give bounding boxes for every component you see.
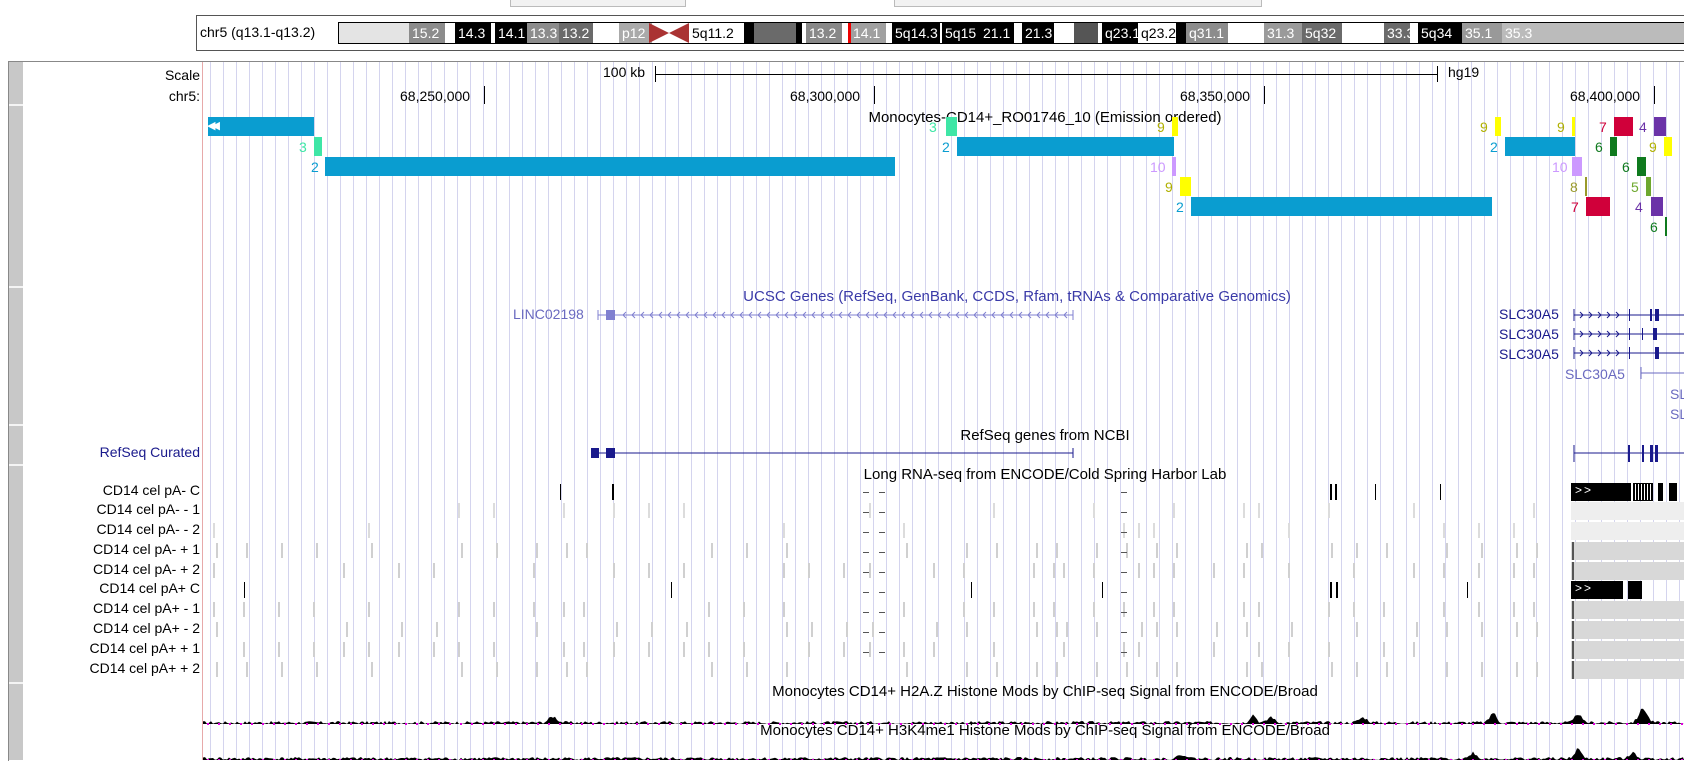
h3k4me1-signal[interactable] bbox=[203, 736, 1684, 760]
track-drag-bar[interactable] bbox=[9, 62, 23, 760]
ideogram-band: 5q11.2 bbox=[689, 23, 747, 43]
ideogram-band: 14.3 bbox=[455, 23, 494, 43]
track-separator bbox=[9, 104, 23, 106]
rnaseq-subtrack-label[interactable]: CD14 cel pA- - 1 bbox=[97, 501, 200, 517]
ideogram-band: 13.2 bbox=[806, 23, 845, 43]
track-separator bbox=[9, 286, 23, 288]
current-position-marker bbox=[848, 23, 851, 43]
track-separator bbox=[9, 464, 23, 466]
ideogram-band bbox=[445, 23, 455, 43]
ideogram-band bbox=[754, 23, 796, 43]
ideogram-band: 21.1 bbox=[980, 23, 1017, 43]
ideogram-band: 13.2 bbox=[559, 23, 596, 43]
rnaseq-subtrack-label[interactable]: CD14 cel pA+ - 2 bbox=[93, 620, 200, 636]
ideogram-position-label: chr5 (q13.1-q13.2) bbox=[200, 24, 316, 40]
ideogram-band bbox=[1410, 23, 1418, 43]
strand-arrow-icon: >> bbox=[1575, 581, 1594, 595]
ideogram-band bbox=[1228, 23, 1264, 43]
ideogram-band: 35.3 bbox=[1502, 23, 1684, 43]
rnaseq-subtrack-label[interactable]: CD14 cel pA- + 2 bbox=[93, 561, 200, 577]
ideogram-band: 5q34 bbox=[1418, 23, 1465, 43]
ideogram-band: q23.2 bbox=[1138, 23, 1179, 43]
ideogram-band bbox=[1176, 23, 1186, 43]
ideogram-band: 14.1 bbox=[850, 23, 889, 43]
ideogram-band: p12 bbox=[619, 23, 652, 43]
ideogram-band: 14.1 bbox=[495, 23, 530, 43]
scale-label: Scale bbox=[164, 67, 200, 83]
ideogram-band: 13.3 bbox=[527, 23, 562, 43]
chrom-label: chr5: bbox=[168, 88, 200, 104]
refseq-track-label[interactable]: RefSeq Curated bbox=[100, 444, 200, 460]
rnaseq-signal[interactable] bbox=[203, 62, 1684, 760]
ideogram-band: 31.3 bbox=[1264, 23, 1305, 43]
ideogram-band: q31.1 bbox=[1186, 23, 1231, 43]
ideogram-band: 15.2 bbox=[409, 23, 448, 43]
ideogram-band: 5q14.3 bbox=[892, 23, 943, 43]
ideogram-band bbox=[1054, 23, 1074, 43]
strand-arrow-icon: >> bbox=[1575, 483, 1594, 497]
ideogram-band bbox=[593, 23, 619, 43]
top-input-box-right[interactable] bbox=[894, 0, 1262, 7]
h2az-signal[interactable] bbox=[203, 698, 1684, 725]
track-separator bbox=[9, 424, 23, 426]
rnaseq-subtrack-label[interactable]: CD14 cel pA+ - 1 bbox=[93, 600, 200, 616]
rnaseq-subtrack-label[interactable]: CD14 cel pA+ + 1 bbox=[89, 640, 200, 656]
ideogram-band: 5q15 bbox=[942, 23, 983, 43]
ideogram-band: 35.1 bbox=[1462, 23, 1505, 43]
rnaseq-subtrack-label[interactable]: CD14 cel pA- + 1 bbox=[93, 541, 200, 557]
ideogram-band: 21.3 bbox=[1022, 23, 1057, 43]
ideogram-band: 5q32 bbox=[1302, 23, 1345, 43]
ideogram-band bbox=[1348, 23, 1384, 43]
ideogram-band bbox=[339, 23, 409, 43]
rnaseq-subtrack-label[interactable]: CD14 cel pA- - 2 bbox=[97, 521, 200, 537]
rnaseq-subtrack-label[interactable]: CD14 cel pA+ + 2 bbox=[89, 660, 200, 676]
ideogram-band: q23.1 bbox=[1102, 23, 1141, 43]
ideogram-band: 33.3 bbox=[1384, 23, 1413, 43]
centromere-icon bbox=[649, 23, 689, 43]
top-input-box-left[interactable] bbox=[510, 0, 686, 7]
ideogram-band bbox=[1074, 23, 1098, 43]
rnaseq-subtrack-label[interactable]: CD14 cel pA+ C bbox=[99, 580, 200, 596]
rnaseq-subtrack-label[interactable]: CD14 cel pA- C bbox=[103, 482, 200, 498]
chromosome-ideogram[interactable]: 15.2 14.3 14.1 13.3 13.2 p12 5q11.2 13.2 14.1 5q1… bbox=[338, 22, 1684, 44]
track-separator bbox=[9, 682, 23, 684]
ideogram-band bbox=[744, 23, 754, 43]
ideogram-band bbox=[1014, 23, 1022, 43]
track-data-area[interactable]: 100 kb hg19 68,250,000 68,300,000 68,350… bbox=[203, 62, 1684, 760]
